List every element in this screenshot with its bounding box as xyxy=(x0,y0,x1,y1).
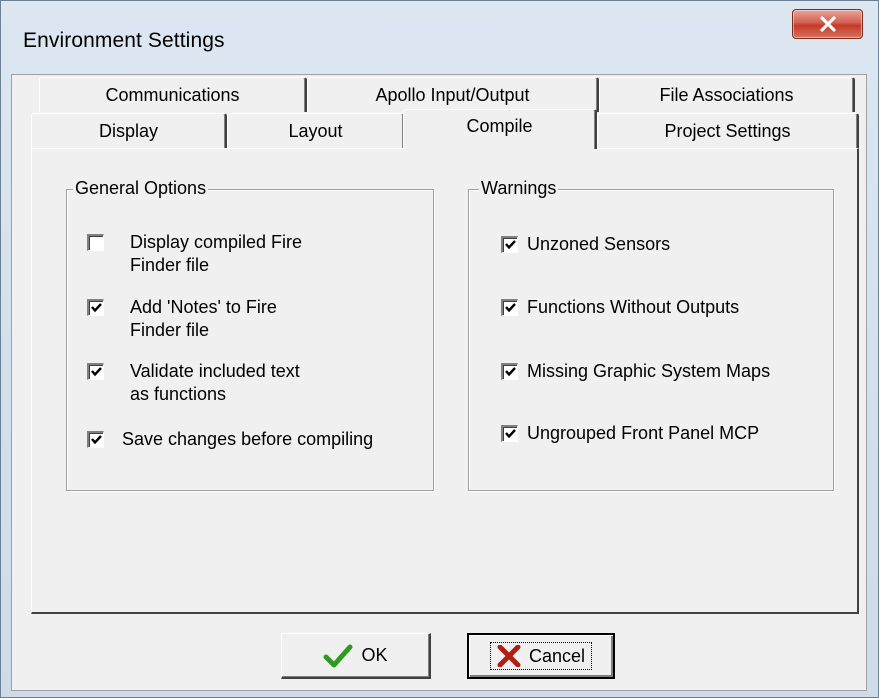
checkmark-icon xyxy=(505,429,516,439)
option-label-line1: Add 'Notes' to Fire xyxy=(130,297,277,317)
tab-label: Display xyxy=(98,120,159,141)
tab-label: Layout xyxy=(288,120,343,141)
tab-label: Apollo Input/Output xyxy=(375,84,530,105)
checkbox-add-notes[interactable]: Add 'Notes' to Fire Finder file xyxy=(87,296,277,342)
checkbox-box[interactable] xyxy=(87,234,104,251)
checkmark-icon xyxy=(505,240,516,250)
option-label-line1: Display compiled Fire xyxy=(130,232,303,252)
checkbox-validate-text[interactable]: Validate included text as functions xyxy=(87,360,300,406)
tab-apollo-input-output[interactable]: Apollo Input/Output xyxy=(307,77,599,112)
warnings-group: Warnings Unzoned Sensors Functions Witho… xyxy=(468,178,834,491)
tab-label: Project Settings xyxy=(664,120,791,141)
option-label: Unzoned Sensors xyxy=(527,234,671,254)
tab-label: Communications xyxy=(105,84,240,105)
close-icon xyxy=(819,16,836,32)
checkbox-box[interactable] xyxy=(501,363,518,380)
group-title: Warnings xyxy=(479,178,559,199)
tab-layout[interactable]: Layout xyxy=(227,113,405,148)
option-label-line2: Finder file xyxy=(130,255,210,275)
checkbox-display-compiled[interactable]: Display compiled Fire Finder file xyxy=(87,231,302,277)
option-label: Missing Graphic System Maps xyxy=(527,361,771,381)
window-title: Environment Settings xyxy=(23,29,225,52)
option-label: Functions Without Outputs xyxy=(527,297,740,317)
close-button[interactable] xyxy=(792,9,863,39)
cancel-label: Cancel xyxy=(528,645,586,666)
x-icon xyxy=(497,645,521,667)
group-title: General Options xyxy=(73,178,209,199)
option-label-line2: as functions xyxy=(130,384,227,404)
checkmark-icon xyxy=(505,367,516,377)
checkmark-icon xyxy=(323,644,353,667)
option-label: Save changes before compiling xyxy=(122,429,374,449)
checkmark-icon xyxy=(91,435,102,445)
checkbox-box[interactable] xyxy=(501,299,518,316)
checkbox-box[interactable] xyxy=(87,363,104,380)
checkbox-ungrouped-front-panel[interactable]: Ungrouped Front Panel MCP xyxy=(501,422,759,445)
title-bar: Environment Settings xyxy=(1,1,878,73)
checkbox-box[interactable] xyxy=(501,425,518,442)
general-options-group: General Options Display compiled Fire Fi… xyxy=(66,178,434,491)
checkbox-box[interactable] xyxy=(501,236,518,253)
checkbox-box[interactable] xyxy=(87,431,104,448)
option-label-line2: Finder file xyxy=(130,320,210,340)
checkbox-unzoned-sensors[interactable]: Unzoned Sensors xyxy=(501,233,670,256)
option-label-line1: Validate included text xyxy=(130,361,300,381)
tab-communications[interactable]: Communications xyxy=(39,77,307,112)
checkmark-icon xyxy=(91,367,102,377)
cancel-button[interactable]: Cancel xyxy=(467,633,615,679)
checkmark-icon xyxy=(505,303,516,313)
dialog-window: Environment Settings Communications Apol… xyxy=(0,0,879,698)
checkmark-icon xyxy=(91,303,102,313)
tab-compile[interactable]: Compile xyxy=(403,109,597,149)
tab-label: Compile xyxy=(466,116,533,136)
checkbox-functions-without-outputs[interactable]: Functions Without Outputs xyxy=(501,296,739,319)
checkbox-box[interactable] xyxy=(87,299,104,316)
checkbox-missing-graphic-maps[interactable]: Missing Graphic System Maps xyxy=(501,360,770,383)
tab-label: File Associations xyxy=(659,84,794,105)
ok-button[interactable]: OK xyxy=(281,633,431,679)
compile-tab-panel: General Options Display compiled Fire Fi… xyxy=(31,148,859,614)
tab-display[interactable]: Display xyxy=(31,113,227,148)
checkbox-save-before-compile[interactable]: Save changes before compiling xyxy=(87,428,373,451)
option-label: Ungrouped Front Panel MCP xyxy=(527,423,760,443)
ok-label: OK xyxy=(361,645,388,665)
tab-file-associations[interactable]: File Associations xyxy=(599,77,855,112)
tab-project-settings[interactable]: Project Settings xyxy=(597,113,859,148)
